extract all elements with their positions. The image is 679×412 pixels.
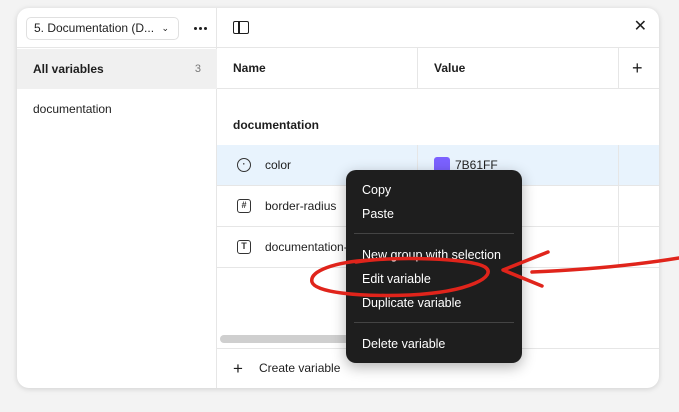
column-header-name[interactable]: Name xyxy=(233,48,266,89)
column-divider xyxy=(618,186,619,227)
menu-divider xyxy=(354,233,514,234)
column-divider xyxy=(417,48,418,89)
panel-toolbar: ✕ xyxy=(217,8,659,48)
column-divider xyxy=(618,145,619,186)
column-divider xyxy=(618,227,619,268)
plus-icon: + xyxy=(233,359,243,378)
sidebar-item-documentation[interactable]: documentation xyxy=(17,89,217,129)
more-icon-dot xyxy=(203,26,207,30)
number-icon: # xyxy=(237,199,251,213)
more-icon-dot xyxy=(198,26,202,30)
chevron-down-icon: ⌄ xyxy=(161,23,169,33)
group-title: documentation xyxy=(233,118,319,132)
add-column-button[interactable]: + xyxy=(632,48,643,89)
variables-window: 5. Documentation (D... ⌄ All variables 3… xyxy=(17,8,659,388)
text-icon: T xyxy=(237,240,251,254)
menu-item-delete-variable[interactable]: Delete variable xyxy=(362,337,445,351)
sidebar-item-all-variables[interactable]: All variables 3 xyxy=(17,49,217,89)
variable-count: 3 xyxy=(194,63,201,75)
collection-label: 5. Documentation (D... xyxy=(34,21,155,35)
menu-item-copy[interactable]: Copy xyxy=(362,183,391,197)
sidebar-item-label: documentation xyxy=(33,102,112,116)
more-options-button[interactable] xyxy=(187,18,213,38)
collections-sidebar: 5. Documentation (D... ⌄ All variables 3… xyxy=(17,8,217,388)
collection-row: 5. Documentation (D... ⌄ xyxy=(17,8,217,48)
menu-item-new-group[interactable]: New group with selection xyxy=(362,248,501,262)
context-menu: Copy Paste New group with selection Edit… xyxy=(346,170,522,363)
palette-icon: · xyxy=(237,158,251,172)
collection-dropdown[interactable]: 5. Documentation (D... ⌄ xyxy=(26,17,179,40)
sidebar-item-label: All variables xyxy=(33,62,104,76)
menu-item-paste[interactable]: Paste xyxy=(362,207,394,221)
create-variable-label: Create variable xyxy=(259,361,341,375)
variable-name[interactable]: color xyxy=(265,145,291,186)
menu-item-edit-variable[interactable]: Edit variable xyxy=(362,272,431,286)
column-divider xyxy=(618,48,619,89)
menu-item-duplicate-variable[interactable]: Duplicate variable xyxy=(362,296,461,310)
sidebar-toggle-icon[interactable] xyxy=(233,21,249,34)
more-icon xyxy=(193,26,197,30)
table-header: Name Value + xyxy=(217,48,659,89)
variable-name[interactable]: border-radius xyxy=(265,186,336,227)
variable-name[interactable]: documentation- xyxy=(265,227,348,268)
column-header-value[interactable]: Value xyxy=(434,48,465,89)
close-icon[interactable]: ✕ xyxy=(634,18,647,36)
menu-divider xyxy=(354,322,514,323)
